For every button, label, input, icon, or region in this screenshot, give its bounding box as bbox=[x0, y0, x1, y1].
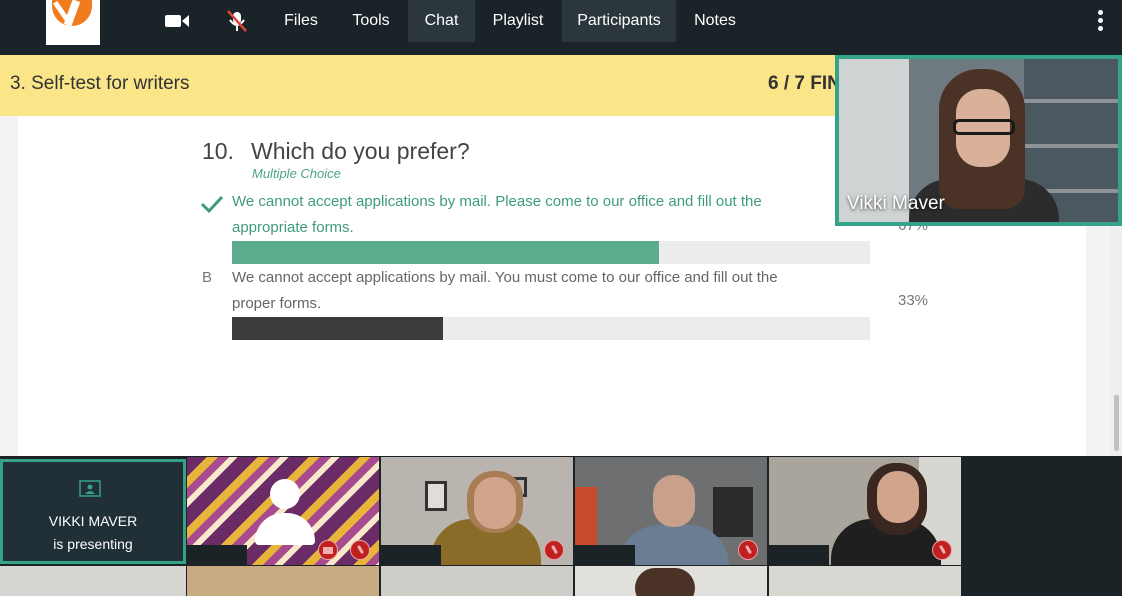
participant-tile[interactable] bbox=[575, 566, 767, 596]
option-b-result-bar bbox=[232, 317, 870, 340]
tab-participants[interactable]: Participants bbox=[562, 0, 676, 42]
quiz-progress[interactable]: 6 / 7 FIN bbox=[768, 73, 841, 95]
option-a-result-bar bbox=[232, 241, 870, 264]
quiz-title: 3. Self-test for writers bbox=[10, 73, 190, 94]
participant-tile[interactable] bbox=[769, 566, 961, 596]
option-b-result-fill bbox=[232, 317, 443, 340]
checkmark-icon bbox=[200, 195, 224, 214]
participant-tile[interactable] bbox=[187, 566, 379, 596]
presenting-name: VIKKI MAVER bbox=[48, 513, 138, 529]
participant-tile[interactable] bbox=[769, 457, 961, 565]
company-logo bbox=[46, 0, 100, 45]
presenter-name: Vikki Maver bbox=[847, 193, 945, 214]
screen-share-icon bbox=[79, 480, 101, 497]
scrollbar-thumb[interactable] bbox=[1114, 395, 1119, 451]
microphone-muted-icon bbox=[738, 540, 758, 560]
more-vertical-icon[interactable] bbox=[1096, 8, 1106, 34]
tab-playlist[interactable]: Playlist bbox=[484, 0, 552, 42]
option-a-result-fill bbox=[232, 241, 660, 264]
avatar-icon bbox=[270, 479, 300, 509]
participant-tile[interactable] bbox=[381, 457, 573, 565]
option-b-percent: 33% bbox=[898, 292, 929, 309]
microphone-muted-icon bbox=[350, 540, 370, 560]
camera-off-icon bbox=[318, 540, 338, 560]
microphone-muted-icon[interactable] bbox=[224, 10, 250, 32]
participant-tile[interactable] bbox=[575, 457, 767, 565]
tab-notes[interactable]: Notes bbox=[686, 0, 744, 42]
microphone-muted-icon bbox=[544, 540, 564, 560]
option-b-text: We cannot accept applications by mail. Y… bbox=[232, 269, 778, 312]
question-type: Multiple Choice bbox=[252, 166, 341, 181]
option-b-letter: B bbox=[202, 269, 213, 286]
question-text: Which do you prefer? bbox=[251, 138, 470, 164]
presenting-tile[interactable]: VIKKI MAVER is presenting bbox=[0, 459, 186, 564]
participant-tile[interactable] bbox=[381, 566, 573, 596]
question-number: 10. bbox=[202, 138, 234, 164]
tab-chat[interactable]: Chat bbox=[408, 0, 475, 42]
tab-tools[interactable]: Tools bbox=[344, 0, 398, 42]
presenting-status: is presenting bbox=[53, 536, 133, 552]
video-camera-icon[interactable] bbox=[164, 10, 190, 32]
participant-tile[interactable] bbox=[0, 566, 186, 596]
microphone-muted-icon bbox=[932, 540, 952, 560]
option-a-text: We cannot accept applications by mail. P… bbox=[232, 193, 762, 236]
tab-files[interactable]: Files bbox=[276, 0, 326, 42]
presenter-video[interactable]: Vikki Maver bbox=[835, 55, 1122, 226]
top-toolbar: Files Tools Chat Playlist Participants N… bbox=[0, 0, 1122, 55]
participant-tile[interactable] bbox=[187, 457, 379, 565]
